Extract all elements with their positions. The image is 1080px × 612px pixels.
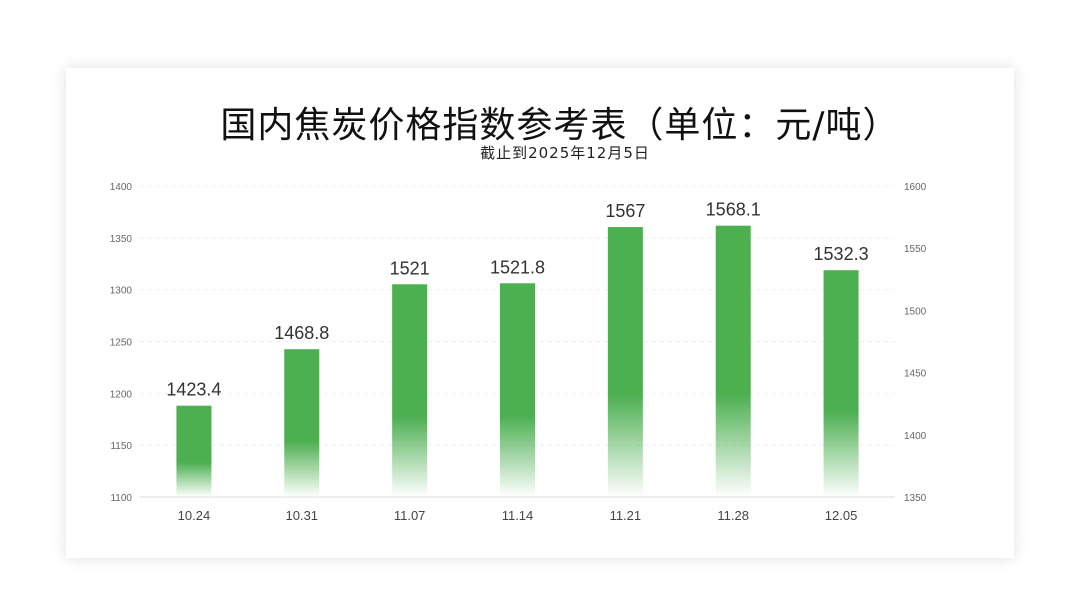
x-tick-label: 12.05	[825, 508, 858, 523]
right-y-tick-label: 1350	[904, 493, 927, 504]
left-y-tick-label: 1400	[110, 182, 133, 193]
chart-stage: 国内焦炭价格指数参考表（单位：元/吨） 截止到2025年12月5日 1100 11…	[0, 0, 1080, 612]
bar	[176, 405, 212, 497]
left-y-tick-label: 1300	[110, 286, 133, 297]
right-y-tick-label: 1400	[904, 431, 927, 442]
bar-value-label: 1521.8	[490, 257, 545, 277]
bar-value-label: 1423.4	[166, 380, 221, 400]
left-y-tick-label: 1350	[110, 234, 133, 245]
bar	[284, 349, 320, 497]
bar	[500, 283, 535, 497]
left-y-tick-label: 1250	[110, 338, 133, 349]
bar-value-label: 1568.1	[706, 200, 761, 220]
x-tick-label: 11.14	[502, 508, 534, 523]
bar	[392, 284, 428, 497]
right-y-tick-label: 1550	[904, 244, 927, 255]
bar-chart: 1100 1150 1200 1250 1300 1350 1400 1350 1400 145…	[110, 182, 927, 523]
bar-value-label: 1532.3	[814, 244, 869, 264]
bar	[607, 227, 643, 497]
left-y-tick-label: 1200	[110, 389, 133, 400]
left-y-tick-label: 1150	[110, 441, 132, 452]
left-y-tick-label: 1100	[110, 493, 132, 504]
right-y-tick-label: 1600	[904, 182, 927, 193]
bar-value-label: 1468.8	[274, 323, 329, 343]
x-axis: 10.24 10.31 11.07 11.14 11.21 11.28 12.05	[178, 508, 858, 523]
right-y-tick-label: 1450	[904, 369, 927, 380]
bar	[823, 270, 859, 497]
right-y-axis: 1350 1400 1450 1500 1550 1600	[904, 182, 927, 504]
x-tick-label: 11.28	[717, 508, 749, 523]
x-tick-label: 11.07	[394, 508, 426, 523]
bar	[715, 225, 751, 497]
left-y-axis: 1100 1150 1200 1250 1300 1350 1400	[110, 182, 133, 504]
bar-value-label: 1567	[605, 201, 645, 221]
x-tick-label: 11.21	[610, 508, 642, 523]
x-tick-label: 10.31	[286, 508, 319, 523]
bar-value-label: 1521	[390, 258, 430, 278]
right-y-tick-label: 1500	[904, 306, 927, 317]
x-tick-label: 10.24	[178, 508, 211, 523]
